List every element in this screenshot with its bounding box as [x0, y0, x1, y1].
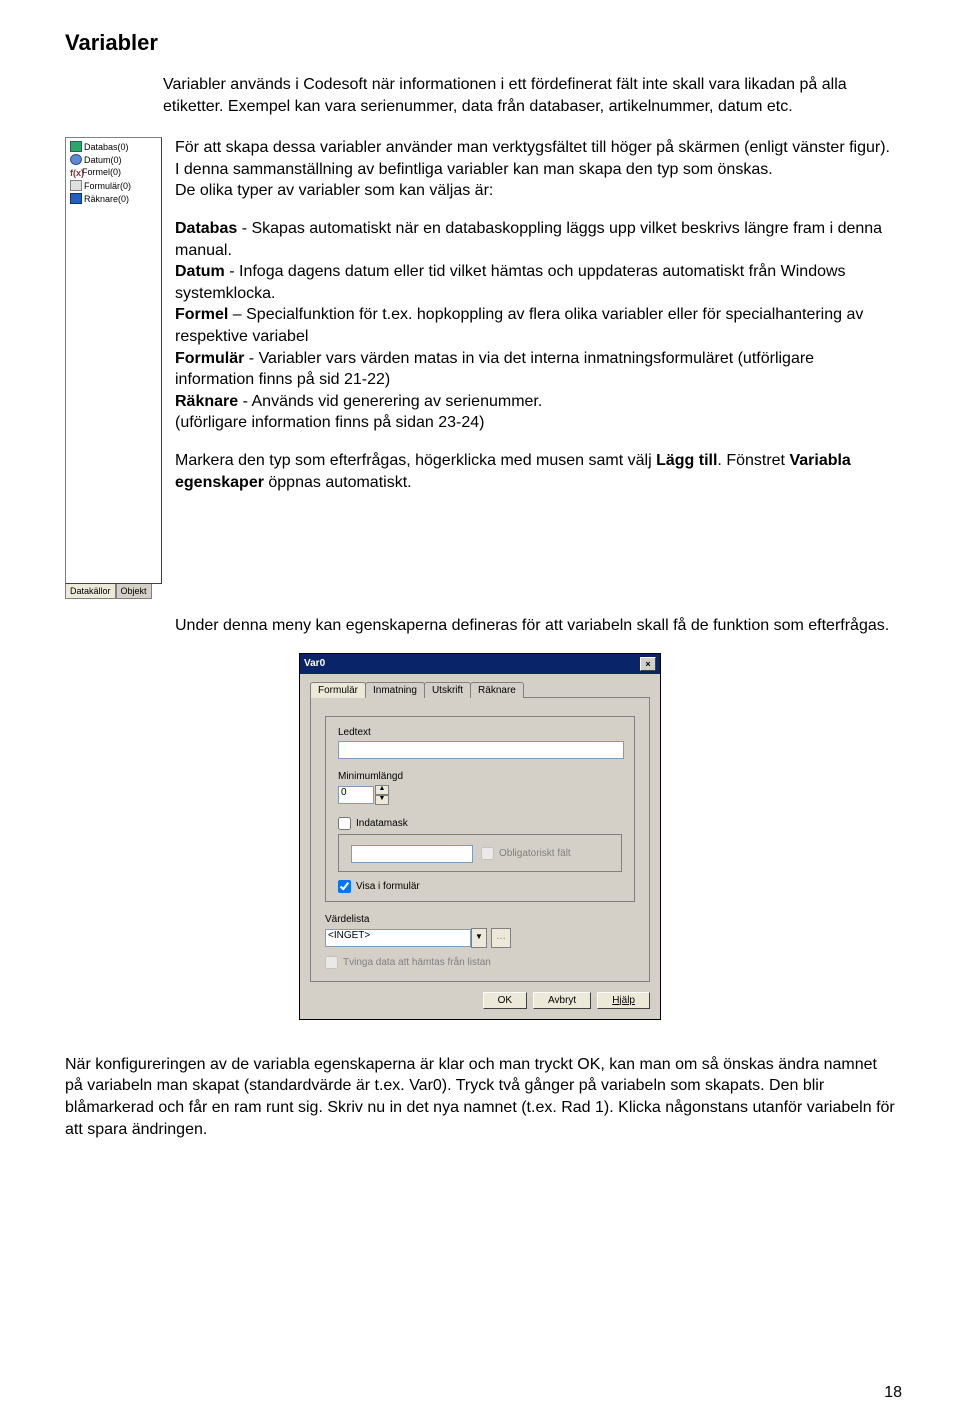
footer-paragraph: När konfigureringen av de variabla egens… [65, 1054, 895, 1140]
ledtext-label: Ledtext [338, 727, 622, 738]
tvinga-label: Tvinga data att hämtas från listan [343, 957, 491, 968]
visa-label: Visa i formulär [356, 881, 420, 892]
checkbox-icon[interactable] [338, 817, 351, 830]
tab-raknare[interactable]: Räknare [470, 682, 524, 698]
vardelista-label: Värdelista [325, 914, 635, 925]
def-label: Formel [175, 306, 228, 323]
form-icon [70, 180, 82, 191]
intro-paragraph: Variabler används i Codesoft när informa… [163, 74, 895, 117]
page-heading: Variabler [65, 30, 895, 56]
cancel-button[interactable]: Avbryt [533, 992, 591, 1009]
tree-item-databas[interactable]: Databas(0) [70, 141, 129, 152]
checkbox-icon [325, 956, 338, 969]
def-label: Databas [175, 220, 237, 237]
tree-item-formular[interactable]: Formulär(0) [70, 180, 131, 191]
tree-item-label: Databas(0) [84, 142, 129, 152]
def-label: Räknare [175, 393, 238, 410]
tab-panel-formular: Ledtext Minimumlängd 0 ▲ ▼ [310, 697, 650, 982]
database-icon [70, 141, 82, 152]
spin-down-icon[interactable]: ▼ [375, 795, 389, 805]
visa-checkbox[interactable]: Visa i formulär [338, 880, 622, 893]
date-icon [70, 154, 82, 165]
variables-tree[interactable]: Databas(0) Datum(0) f(x) Formel(0) Formu… [65, 137, 162, 584]
dialog-tabs: Formulär Inmatning Utskrift Räknare [310, 682, 650, 698]
close-icon[interactable]: × [640, 657, 656, 671]
tree-item-formel[interactable]: f(x) Formel(0) [70, 167, 121, 177]
tree-item-datum[interactable]: Datum(0) [70, 154, 122, 165]
ledtext-input[interactable] [338, 741, 624, 759]
vardelista-combo[interactable]: <INGET> [325, 929, 471, 947]
ok-button[interactable]: OK [483, 992, 527, 1009]
minlen-input[interactable]: 0 [338, 786, 374, 804]
indatamask-checkbox[interactable]: Indatamask [338, 817, 622, 830]
indatamask-label: Indatamask [356, 818, 408, 829]
tab-formular[interactable]: Formulär [310, 682, 366, 698]
dialog-titlebar[interactable]: Var0 × [300, 654, 660, 674]
tab-objekt[interactable]: Objekt [116, 584, 152, 599]
paragraph-tool-intro: För att skapa dessa variabler använder m… [175, 137, 895, 202]
tvinga-checkbox: Tvinga data att hämtas från listan [325, 956, 635, 969]
variable-properties-dialog: Var0 × Formulär Inmatning Utskrift Räkna… [299, 653, 661, 1020]
tree-item-label: Formel(0) [82, 167, 121, 177]
checkbox-icon [481, 847, 494, 860]
browse-button[interactable]: … [491, 928, 511, 948]
tree-item-label: Formulär(0) [84, 181, 131, 191]
tree-item-raknare[interactable]: Räknare(0) [70, 193, 129, 204]
tab-inmatning[interactable]: Inmatning [365, 682, 425, 698]
help-button[interactable]: Hjälp [597, 992, 650, 1009]
tree-item-label: Räknare(0) [84, 194, 129, 204]
formula-icon: f(x) [70, 168, 80, 177]
indatamask-input[interactable] [351, 845, 473, 863]
obligatory-checkbox: Obligatoriskt fält [481, 847, 571, 860]
dialog-title: Var0 [304, 658, 325, 669]
chevron-down-icon[interactable]: ▼ [471, 928, 487, 948]
def-label: Formulär [175, 350, 244, 367]
tab-datakallor[interactable]: Datakällor [65, 584, 116, 599]
def-databas: Databas - Skapas automatiskt när en data… [175, 218, 895, 434]
obligatory-label: Obligatoriskt fält [499, 848, 571, 859]
variables-tree-panel: Databas(0) Datum(0) f(x) Formel(0) Formu… [65, 137, 163, 599]
tab-utskrift[interactable]: Utskrift [424, 682, 471, 698]
mark-instruction: Markera den typ som efterfrågas, högerkl… [175, 450, 895, 493]
counter-icon [70, 193, 82, 204]
under-menu-paragraph: Under denna meny kan egenskaperna define… [175, 615, 895, 637]
def-label: Datum [175, 263, 225, 280]
page-number: 18 [884, 1384, 902, 1402]
checkbox-icon[interactable] [338, 880, 351, 893]
spin-up-icon[interactable]: ▲ [375, 785, 389, 795]
tree-tabs: Datakällor Objekt [65, 584, 162, 599]
tree-item-label: Datum(0) [84, 155, 122, 165]
minlen-label: Minimumlängd [338, 771, 622, 782]
